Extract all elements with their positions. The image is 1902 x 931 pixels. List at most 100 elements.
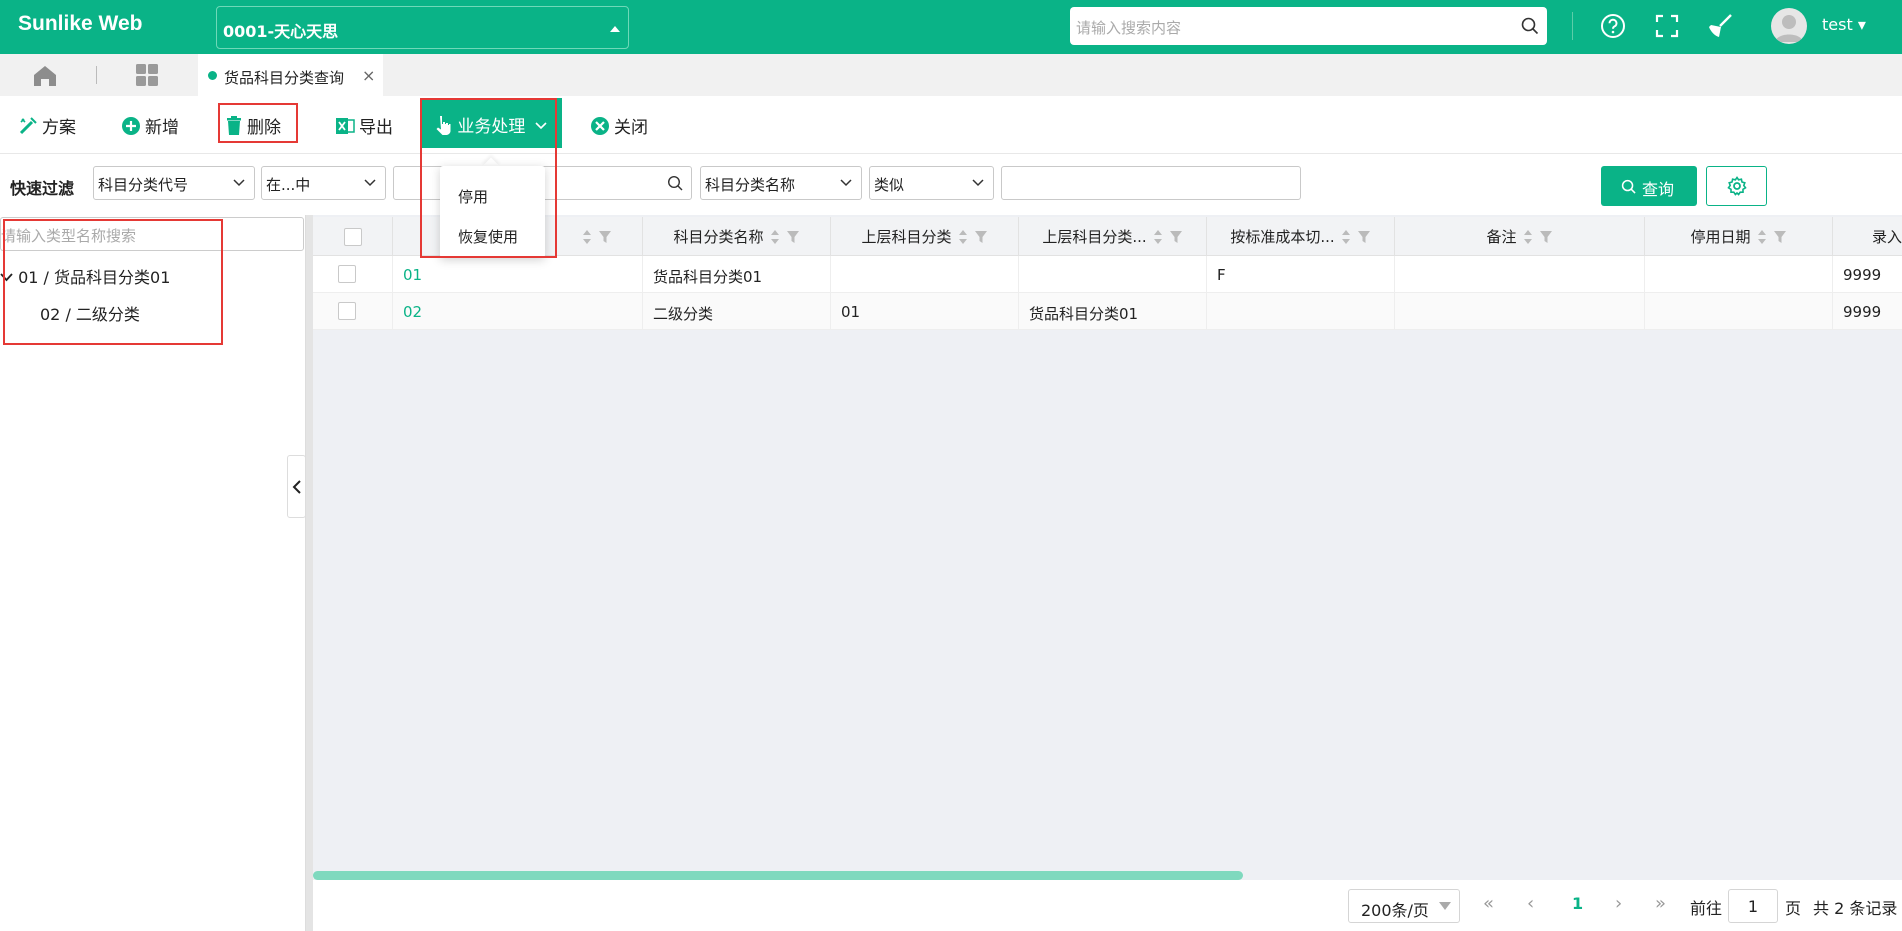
gear-icon [1727, 176, 1747, 196]
select-all-checkbox[interactable] [343, 227, 362, 246]
column-header-stop-date[interactable]: 停用日期 [1645, 217, 1833, 256]
row-checkbox[interactable] [338, 265, 356, 283]
sort-icon[interactable] [1523, 229, 1533, 245]
parent-cell: 01 [831, 293, 1019, 330]
sort-icon[interactable] [1757, 229, 1767, 245]
add-button[interactable]: 新增 [121, 113, 179, 138]
last-page-icon[interactable]: » [1655, 893, 1666, 914]
parent-cell [831, 256, 1019, 293]
broom-icon[interactable] [1705, 11, 1735, 41]
table-row[interactable]: 02 二级分类 01 货品科目分类01 9999 [313, 293, 1902, 330]
pagination: 200条/页 « ‹ 1 › » 前往 1 页 共 2 条记录 [313, 880, 1902, 931]
scheme-label: 方案 [42, 118, 76, 138]
page-size-value: 200条/页 [1361, 901, 1429, 920]
business-button[interactable]: 业务处理 [422, 98, 562, 148]
home-icon[interactable] [30, 63, 60, 89]
tree-node-01[interactable]: 01 / 货品科目分类01 [0, 264, 170, 288]
filter-field-select-2[interactable]: 科目分类名称 [700, 166, 862, 200]
trash-icon [227, 115, 241, 135]
fullscreen-icon[interactable] [1652, 11, 1682, 41]
next-page-icon[interactable]: › [1615, 893, 1622, 914]
column-header-standard-cost[interactable]: 按标准成本切... [1207, 217, 1395, 256]
chevron-down-icon [972, 179, 984, 187]
avatar[interactable] [1771, 8, 1807, 44]
menu-item-disable[interactable]: 停用 [458, 186, 488, 207]
chevron-down-icon[interactable] [0, 272, 13, 282]
query-label: 查询 [1642, 180, 1675, 199]
filter-settings-button[interactable] [1706, 166, 1767, 206]
goto-page-input[interactable]: 1 [1728, 889, 1778, 923]
code-cell[interactable]: 01 [393, 256, 643, 293]
filter-icon[interactable] [1539, 230, 1553, 244]
filter-field-select-1[interactable]: 科目分类代号 [93, 166, 255, 200]
parent-name-cell: 货品科目分类01 [1019, 293, 1207, 330]
filter-operator-select-1[interactable]: 在...中 [261, 166, 386, 200]
delete-button[interactable]: 删除 [225, 113, 281, 138]
table-row[interactable]: 01 货品科目分类01 F 9999 [313, 256, 1902, 293]
filter-icon[interactable] [1169, 230, 1183, 244]
stop-date-cell [1645, 293, 1833, 330]
prev-page-icon[interactable]: ‹ [1527, 893, 1534, 914]
close-button[interactable]: 关闭 [590, 113, 648, 138]
column-header-entry[interactable]: 录入 [1833, 217, 1902, 256]
sort-icon[interactable] [770, 229, 780, 245]
filter-operator-select-2[interactable]: 类似 [869, 166, 994, 200]
panel-splitter[interactable] [306, 215, 313, 931]
sort-icon[interactable] [582, 229, 592, 245]
caret-up-icon [610, 26, 620, 32]
standard-cost-cell [1207, 293, 1395, 330]
current-page[interactable]: 1 [1572, 894, 1583, 913]
user-menu[interactable]: test ▾ [1822, 15, 1866, 34]
sort-icon[interactable] [1153, 229, 1163, 245]
tree-node-02[interactable]: 02 / 二级分类 [40, 301, 140, 325]
filter-icon[interactable] [1773, 230, 1787, 244]
standard-cost-cell: F [1207, 256, 1395, 293]
sort-icon[interactable] [1341, 229, 1351, 245]
global-search-input[interactable]: 请输入搜索内容 [1070, 7, 1547, 45]
filter-icon[interactable] [598, 230, 612, 244]
close-tab-icon[interactable]: × [362, 66, 375, 85]
total-records: 共 2 条记录 [1813, 899, 1898, 918]
tab-goods-subject-category[interactable]: 货品科目分类查询 × [198, 54, 383, 96]
row-select-cell [313, 256, 393, 293]
global-search-placeholder: 请输入搜索内容 [1076, 19, 1182, 37]
chevron-down-icon [840, 179, 852, 187]
page-size-select[interactable]: 200条/页 [1348, 889, 1460, 923]
filter-value-input-2[interactable] [1001, 166, 1301, 200]
filter-icon[interactable] [786, 230, 800, 244]
first-page-icon[interactable]: « [1483, 893, 1494, 914]
column-header-parent[interactable]: 上层科目分类 [831, 217, 1019, 256]
query-button[interactable]: 查询 [1601, 166, 1697, 206]
row-checkbox[interactable] [338, 302, 356, 320]
filter-icon[interactable] [1357, 230, 1371, 244]
tree-search-input[interactable]: 请输入类型名称搜索 [0, 217, 304, 251]
business-menu: 停用 恢复使用 [440, 166, 545, 258]
close-circle-icon [591, 116, 609, 135]
close-label: 关闭 [614, 118, 648, 138]
business-label: 业务处理 [457, 117, 526, 137]
tree-node-label: 02 / 二级分类 [40, 305, 140, 324]
column-header-label: 按标准成本切... [1230, 228, 1335, 246]
filter-icon[interactable] [974, 230, 988, 244]
menu-item-restore[interactable]: 恢复使用 [458, 226, 518, 247]
excel-icon [336, 117, 355, 134]
chevron-left-icon [292, 480, 301, 494]
column-header-remark[interactable]: 备注 [1395, 217, 1645, 256]
column-header-name[interactable]: 科目分类名称 [643, 217, 831, 256]
column-header-parent-name[interactable]: 上层科目分类... [1019, 217, 1207, 256]
add-label: 新增 [145, 118, 179, 138]
horizontal-scrollbar[interactable] [313, 871, 1243, 880]
code-cell[interactable]: 02 [393, 293, 643, 330]
search-icon[interactable] [667, 175, 683, 191]
goto-label: 前往 [1690, 899, 1723, 918]
chevron-down-icon [364, 179, 376, 187]
help-icon[interactable] [1598, 11, 1628, 41]
grid-header: 科目分类名称 上层科目分类 上层科目分类... 按标准成本切... 备注 停用日… [313, 217, 1902, 256]
scheme-button[interactable]: 方案 [18, 113, 76, 138]
select-all-cell [313, 217, 393, 256]
export-button[interactable]: 导出 [335, 113, 393, 138]
apps-grid-icon[interactable] [136, 64, 158, 86]
sort-icon[interactable] [958, 229, 968, 245]
company-select[interactable]: 0001-天心天思 [216, 6, 629, 49]
collapse-panel-button[interactable] [287, 455, 306, 518]
